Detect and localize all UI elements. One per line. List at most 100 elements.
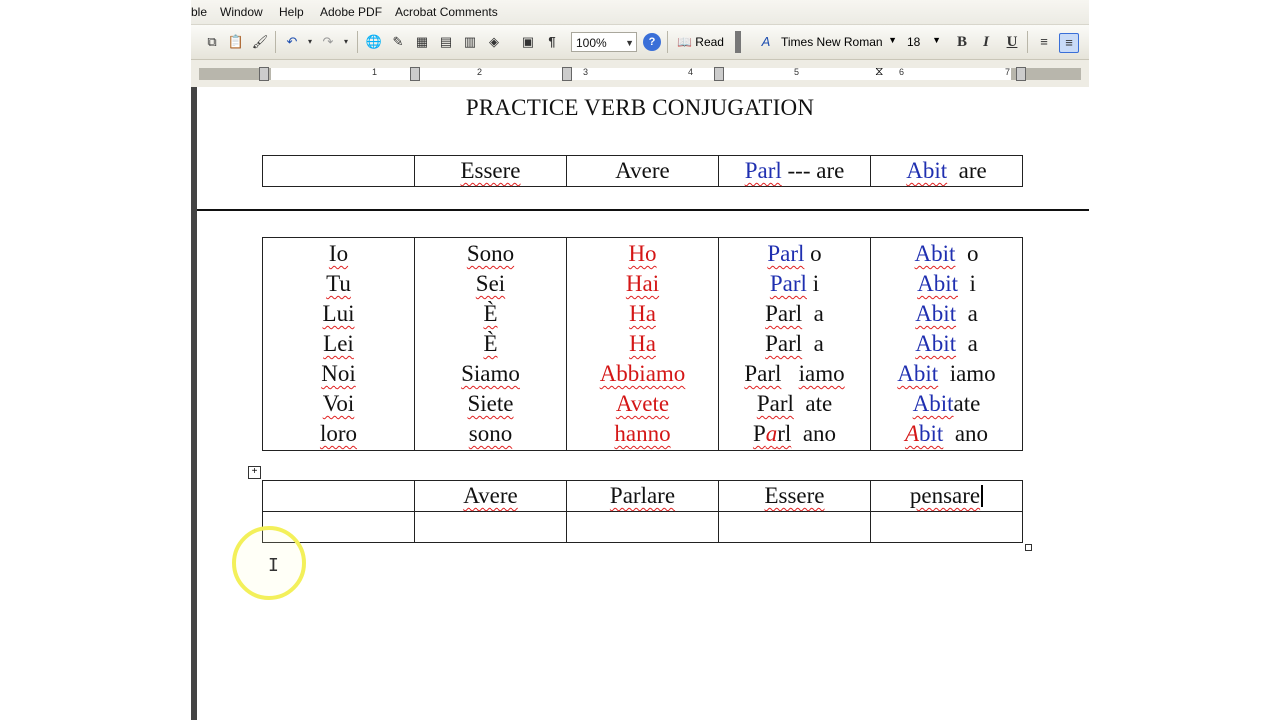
- table-cell[interactable]: Essere: [414, 155, 567, 187]
- font-size-select[interactable]: 18 ▼: [907, 35, 941, 51]
- avere-line: Ha: [567, 299, 718, 329]
- abit-stem: Abit: [912, 391, 954, 416]
- column-marker[interactable]: [410, 67, 420, 81]
- abitare-line: Abitate: [871, 389, 1022, 419]
- pronoun: Io: [328, 241, 349, 266]
- table-cell[interactable]: [262, 155, 415, 187]
- menu-window[interactable]: Window: [220, 5, 263, 19]
- tables-borders-icon[interactable]: ✎: [389, 33, 407, 51]
- abit-stem: Abit: [897, 361, 939, 386]
- table-move-handle-icon[interactable]: +: [248, 466, 261, 479]
- show-hide-paragraph-icon[interactable]: ¶: [543, 33, 561, 51]
- zoom-select[interactable]: 100% ▼: [571, 32, 637, 52]
- horizontal-ruler[interactable]: 1 2 3 4 5 6 7 ⧖: [191, 60, 1089, 88]
- abit-stem: Abit: [917, 271, 958, 296]
- parl-stem-part: a: [765, 421, 778, 446]
- columns-icon[interactable]: ▥: [461, 33, 479, 51]
- bold-button[interactable]: B: [953, 33, 971, 51]
- drawing-icon[interactable]: ◈: [485, 33, 503, 51]
- avere-form: Ho: [628, 241, 657, 266]
- undo-icon[interactable]: ↶: [283, 33, 301, 51]
- essere-cell[interactable]: Sono Sei È È Siamo Siete sono: [414, 237, 567, 451]
- help-icon[interactable]: ?: [643, 33, 661, 51]
- pronoun: loro: [319, 421, 358, 446]
- format-painter-icon[interactable]: 🖌: [251, 33, 269, 51]
- column-marker[interactable]: [714, 67, 724, 81]
- table-cell[interactable]: Essere: [718, 480, 871, 512]
- avere-cell[interactable]: Ho Hai Ha Ha Abbiamo Avete hanno: [566, 237, 719, 451]
- essere-form: È: [483, 301, 498, 326]
- toolbar-separator: [275, 31, 276, 53]
- abitare-line: Abit a: [871, 329, 1022, 359]
- essere-form: Siamo: [461, 361, 520, 386]
- paste-icon[interactable]: 📋: [227, 33, 245, 51]
- table-cell[interactable]: Parl --- are: [718, 155, 871, 187]
- toolbar-separator: [1027, 31, 1028, 53]
- table-resize-handle[interactable]: [1025, 544, 1032, 551]
- parl-ending: iamo: [798, 361, 845, 386]
- ruler-number: 6: [899, 67, 905, 77]
- insert-table-icon[interactable]: ▦: [413, 33, 431, 51]
- header-avere: Avere: [615, 158, 670, 183]
- table-cell[interactable]: [718, 511, 871, 543]
- abitare-cell[interactable]: Abit o Abit i Abit a Abit a Abit iamo Abitate…: [870, 237, 1023, 451]
- abit-ending: i: [969, 271, 976, 296]
- underline-button[interactable]: U: [1003, 33, 1021, 51]
- pronoun-line: Noi: [263, 359, 414, 389]
- menu-acrobat-comments[interactable]: Acrobat Comments: [395, 5, 498, 19]
- pronoun: Lei: [323, 331, 354, 356]
- parl-stem: Parl: [744, 361, 782, 386]
- pronoun-cell[interactable]: Io Tu Lui Lei Noi Voi loro: [262, 237, 415, 451]
- copy-icon[interactable]: ⧉: [203, 33, 221, 51]
- table-cell[interactable]: Avere: [566, 155, 719, 187]
- ruler-number: 1: [372, 67, 378, 77]
- styles-icon[interactable]: A: [757, 33, 775, 51]
- redo-icon[interactable]: ↷: [319, 33, 337, 51]
- table-cell[interactable]: [870, 511, 1023, 543]
- document-map-icon[interactable]: ▣: [519, 33, 537, 51]
- column-marker[interactable]: [259, 67, 269, 81]
- column-marker[interactable]: [1016, 67, 1026, 81]
- text-caret: [981, 485, 984, 507]
- undo-dropdown-icon[interactable]: ▾: [301, 33, 319, 51]
- menu-table[interactable]: ble: [191, 5, 207, 19]
- font-name-select[interactable]: Times New Roman ▼: [781, 35, 897, 51]
- essere-line: Siete: [415, 389, 566, 419]
- table-cell[interactable]: Parlare: [566, 480, 719, 512]
- pronoun-list: Io Tu Lui Lei Noi Voi loro: [263, 239, 414, 449]
- table-cell[interactable]: [262, 480, 415, 512]
- pronoun-line: Lui: [263, 299, 414, 329]
- zoom-value: 100%: [576, 36, 607, 50]
- italic-button[interactable]: I: [977, 33, 995, 51]
- abitare-line: Abit ano: [871, 419, 1022, 449]
- table-cell[interactable]: Avere: [414, 480, 567, 512]
- parlare-line: Parl i: [719, 269, 870, 299]
- read-button[interactable]: 📖 Read: [677, 35, 724, 49]
- header-parl-stem: Parl: [744, 158, 782, 183]
- abit-stem: Abit: [915, 331, 957, 356]
- column-marker[interactable]: [562, 67, 572, 81]
- redo-dropdown-icon[interactable]: ▾: [337, 33, 355, 51]
- table-cell[interactable]: pensare: [870, 480, 1023, 512]
- document-page[interactable]: PRACTICE VERB CONJUGATION Essere Avere P…: [191, 87, 1089, 720]
- menu-help[interactable]: Help: [279, 5, 304, 19]
- table-cell[interactable]: Abit are: [870, 155, 1023, 187]
- essere-list: Sono Sei È È Siamo Siete sono: [415, 239, 566, 449]
- align-center-icon[interactable]: ≡: [1059, 33, 1079, 53]
- align-left-icon[interactable]: ≡: [1035, 33, 1053, 51]
- abit-stem: Abit: [905, 421, 943, 446]
- parlare-cell[interactable]: Parl o Parl i Parl a Parl a Parl iamo Parl at…: [718, 237, 871, 451]
- avere-form: Ha: [629, 331, 656, 356]
- hyperlink-icon[interactable]: 🌐: [365, 33, 383, 51]
- menu-adobe-pdf[interactable]: Adobe PDF: [320, 5, 382, 19]
- essere-line: Sei: [415, 269, 566, 299]
- indent-marker-icon[interactable]: ⧖: [875, 64, 883, 79]
- parlare-line: Parl iamo: [719, 359, 870, 389]
- insert-excel-icon[interactable]: ▤: [437, 33, 455, 51]
- table-cell[interactable]: [414, 511, 567, 543]
- table-cell[interactable]: [566, 511, 719, 543]
- ruler-number: 5: [794, 67, 800, 77]
